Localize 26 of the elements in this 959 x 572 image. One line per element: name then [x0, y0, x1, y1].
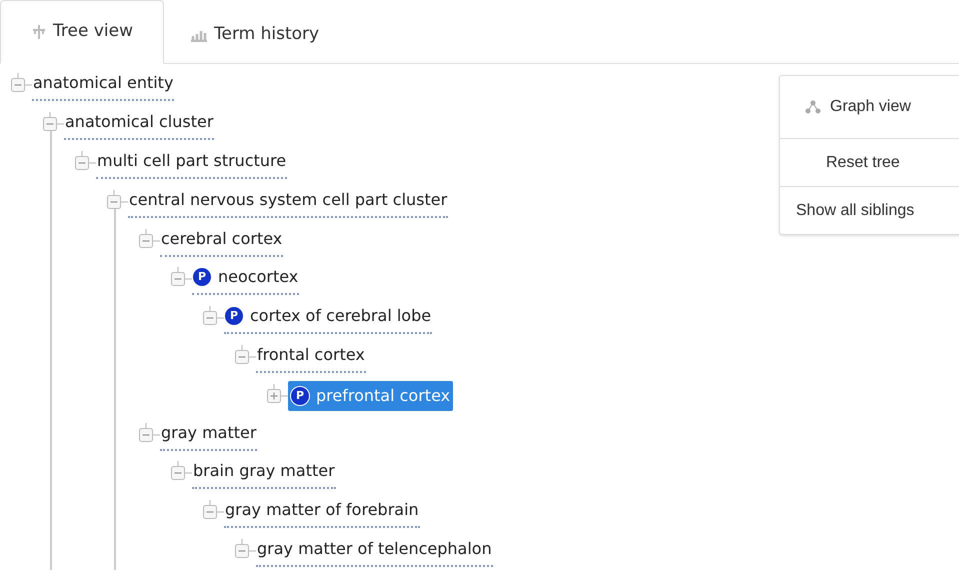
graph-icon: [804, 100, 822, 114]
badge: P: [291, 386, 309, 405]
tree-node[interactable]: central nervous system cell part cluster: [128, 186, 448, 218]
menu-button[interactable]: Reset tree: [780, 138, 959, 186]
node-label: neocortex: [218, 266, 298, 288]
tree-icon: [31, 24, 47, 40]
tab[interactable]: Term history: [164, 6, 346, 64]
tree-node[interactable]: gray matter: [160, 418, 258, 451]
badge: P: [225, 307, 243, 326]
tree-node[interactable]: anatomical entity: [32, 69, 174, 102]
tree-node[interactable]: P prefrontal cortex: [288, 380, 454, 411]
tree-node[interactable]: P cortex of cerebral lobe: [224, 302, 432, 334]
node-label: prefrontal cortex: [316, 384, 450, 407]
tree-node[interactable]: brain gray matter: [192, 457, 336, 490]
node-label: cortex of cerebral lobe: [250, 305, 432, 328]
tree-node[interactable]: gray matter of forebrain: [224, 496, 420, 528]
menu-button[interactable]: Graph view: [780, 76, 959, 138]
tree-node[interactable]: frontal cortex: [256, 340, 366, 373]
tree-node[interactable]: P neocortex: [192, 263, 300, 296]
tree-node[interactable]: gray matter of telencephalon: [256, 534, 493, 567]
badge: P: [193, 268, 211, 286]
tree-node[interactable]: cerebral cortex: [160, 224, 284, 257]
tree-node[interactable]: anatomical cluster: [64, 108, 214, 140]
tree-node[interactable]: multi cell part structure: [96, 146, 288, 179]
menu-button[interactable]: Show all siblings: [780, 186, 959, 234]
tab[interactable]: Tree view: [0, 0, 164, 64]
